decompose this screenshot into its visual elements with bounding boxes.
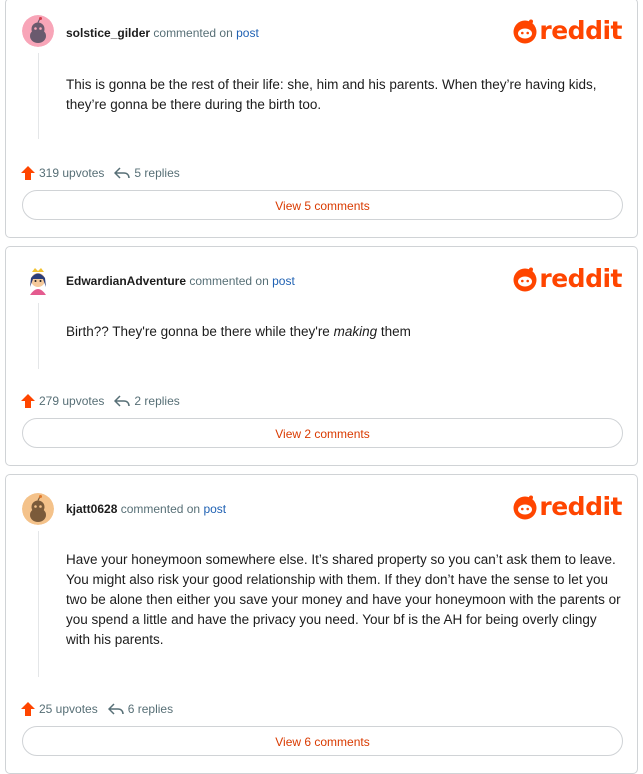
- replies-group[interactable]: 2 replies: [114, 394, 180, 408]
- commented-on-label: commented on: [120, 502, 201, 516]
- reddit-wordmark: reddit: [539, 264, 622, 293]
- reddit-wordmark: reddit: [539, 492, 622, 521]
- replies-group[interactable]: 6 replies: [107, 702, 174, 716]
- snoo-avatar-icon: [22, 493, 54, 525]
- upvote-count: 319 upvotes: [39, 166, 105, 180]
- commented-on-label: commented on: [153, 26, 233, 40]
- reply-count: 2 replies: [134, 394, 180, 408]
- comment-body-text: Birth?? They're gonna be there while the…: [66, 324, 334, 339]
- post-link[interactable]: post: [203, 502, 226, 516]
- post-link[interactable]: post: [236, 26, 259, 40]
- reply-count: 6 replies: [127, 702, 174, 716]
- reply-arrow-icon: [114, 395, 131, 407]
- reddit-wordmark: reddit: [539, 16, 622, 45]
- comment-body: This is gonna be the rest of their life:…: [66, 77, 597, 112]
- username[interactable]: kjatt0628: [66, 502, 117, 516]
- comment-card: kjatt0628 commented on post reddit Have …: [5, 474, 638, 774]
- upvote-group[interactable]: 279 upvotes: [21, 394, 104, 408]
- upvote-arrow-icon: [21, 702, 35, 716]
- reply-arrow-icon: [107, 703, 124, 715]
- reddit-logo[interactable]: reddit: [513, 493, 622, 521]
- comment-body: Birth?? They're gonna be there while the…: [66, 322, 623, 342]
- comment-header: kjatt0628 commented on post: [66, 502, 226, 516]
- comment-header: EdwardianAdventure commented on post: [66, 274, 295, 288]
- upvote-count: 279 upvotes: [39, 394, 105, 408]
- upvote-group[interactable]: 319 upvotes: [21, 166, 104, 180]
- comment-body: Have your honeymoon somewhere else. It’s…: [66, 552, 621, 647]
- comment-card: solstice_gilder commented on post reddit…: [5, 0, 638, 238]
- reddit-logo[interactable]: reddit: [513, 17, 622, 45]
- upvote-count: 25 upvotes: [39, 702, 98, 716]
- thread-line: [38, 53, 39, 139]
- upvote-arrow-icon: [21, 166, 35, 180]
- comment-body-tail: them: [377, 324, 411, 339]
- reddit-snoo-icon: [513, 267, 537, 292]
- reply-arrow-icon: [114, 167, 131, 179]
- reddit-snoo-icon: [513, 19, 537, 44]
- replies-group[interactable]: 5 replies: [114, 166, 180, 180]
- comment-actions: 319 upvotes 5 replies: [21, 166, 180, 180]
- user-avatar[interactable]: [22, 15, 54, 47]
- view-comments-button[interactable]: View 5 comments: [22, 190, 623, 220]
- comment-actions: 279 upvotes 2 replies: [21, 394, 180, 408]
- user-avatar[interactable]: [22, 493, 54, 525]
- comment-body-emphasis: making: [333, 324, 378, 339]
- view-comments-button[interactable]: View 6 comments: [22, 726, 623, 756]
- user-avatar[interactable]: [22, 265, 54, 297]
- reddit-logo[interactable]: reddit: [513, 265, 622, 293]
- view-comments-button[interactable]: View 2 comments: [22, 418, 623, 448]
- upvote-group[interactable]: 25 upvotes: [21, 702, 98, 716]
- thread-line: [38, 531, 39, 677]
- reply-count: 5 replies: [134, 166, 180, 180]
- upvote-arrow-icon: [21, 394, 35, 408]
- username[interactable]: EdwardianAdventure: [66, 274, 186, 288]
- post-link[interactable]: post: [272, 274, 295, 288]
- username[interactable]: solstice_gilder: [66, 26, 150, 40]
- comment-header: solstice_gilder commented on post: [66, 26, 259, 40]
- reddit-snoo-icon: [513, 495, 537, 520]
- comment-actions: 25 upvotes 6 replies: [21, 702, 173, 716]
- commented-on-label: commented on: [189, 274, 269, 288]
- comment-card: EdwardianAdventure commented on post red…: [5, 246, 638, 466]
- custom-snoo-avatar-icon: [22, 265, 54, 297]
- snoo-avatar-icon: [22, 15, 54, 47]
- thread-line: [38, 303, 39, 369]
